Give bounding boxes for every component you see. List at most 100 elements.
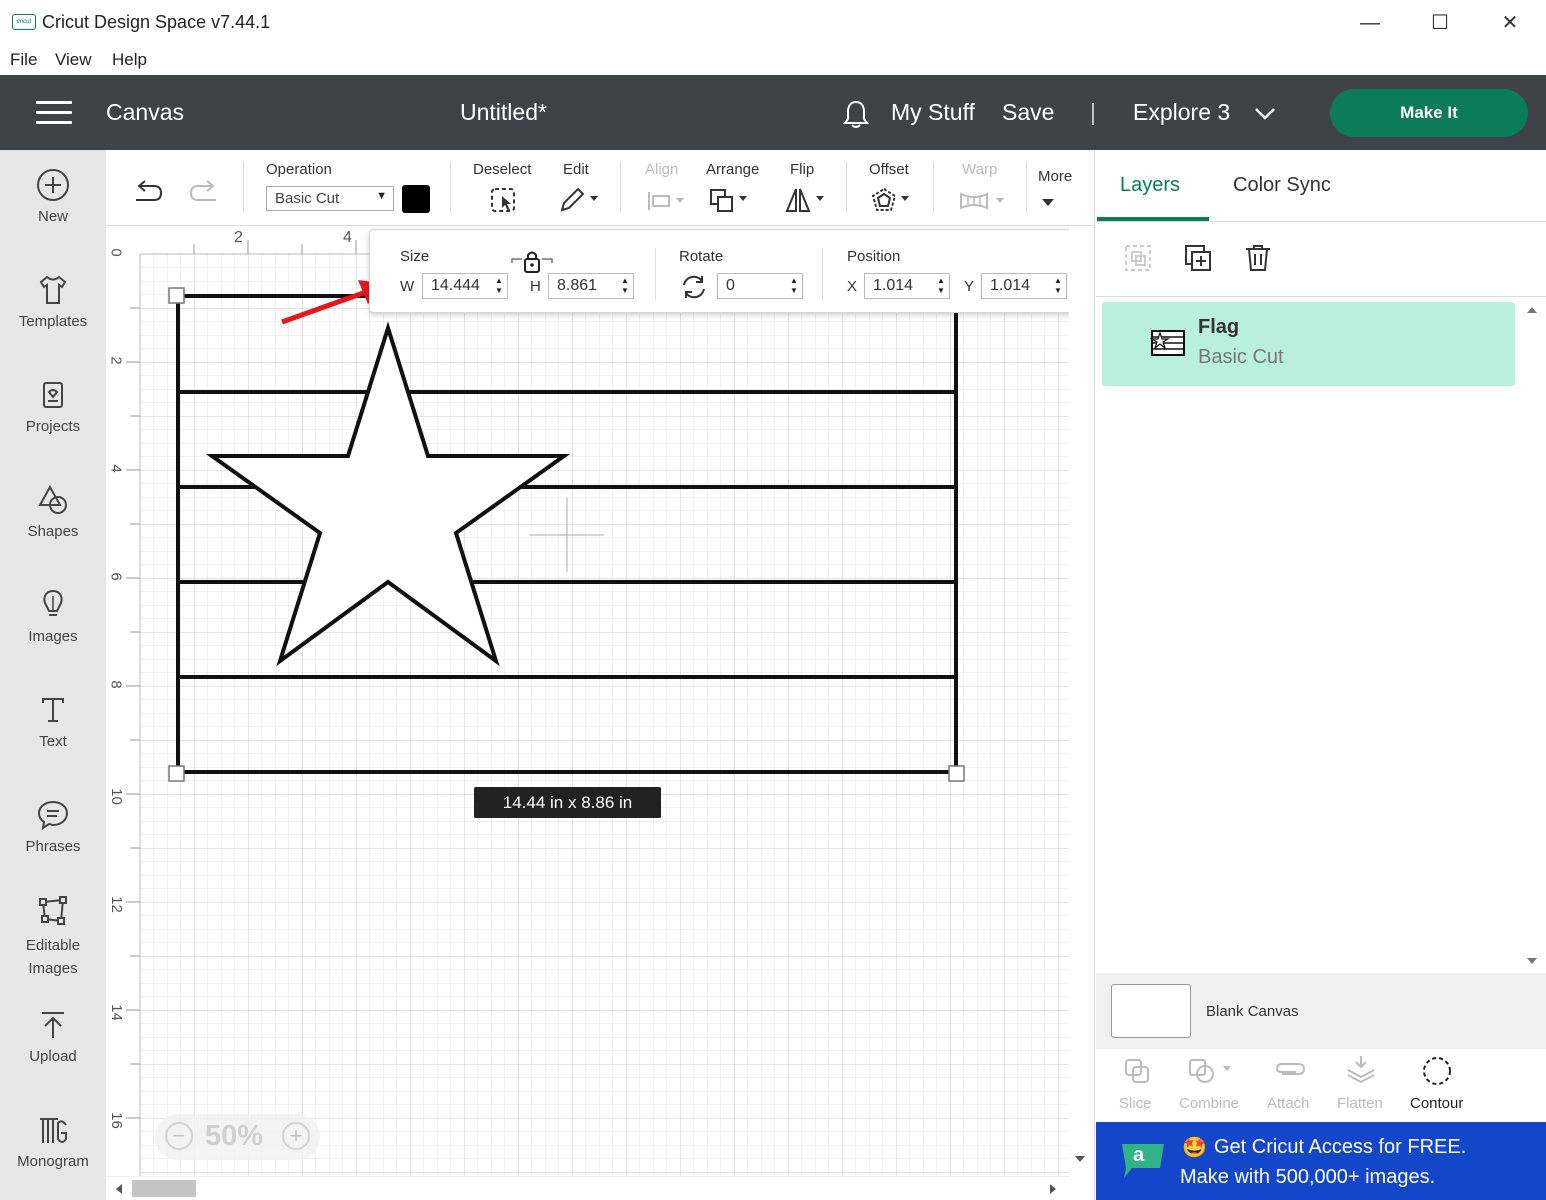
- sidebar-item-monogram[interactable]: Monogram: [0, 1113, 106, 1170]
- spinner-icon[interactable]: ▲ ▼: [790, 276, 800, 296]
- operation-value: Basic Cut: [275, 190, 340, 207]
- height-input[interactable]: 8.861 ▲ ▼: [548, 273, 634, 299]
- deselect-icon[interactable]: [489, 186, 519, 214]
- toolbar-separator: [620, 162, 621, 212]
- sidebar-item-upload[interactable]: Upload: [0, 1008, 106, 1065]
- chevron-down-icon[interactable]: [1254, 105, 1276, 121]
- dimensions-tooltip: 14.44 in x 8.86 in: [474, 787, 661, 818]
- window-title: Cricut Design Space v7.44.1: [42, 12, 271, 32]
- projects-icon: [43, 382, 63, 408]
- spinner-icon[interactable]: ▲ ▼: [621, 276, 631, 296]
- canvas-horizontal-scrollbar[interactable]: [106, 1176, 1070, 1200]
- sidebar-item-text[interactable]: Text: [0, 693, 106, 750]
- flip-icon[interactable]: [784, 186, 828, 214]
- sidebar-label: Text: [39, 733, 67, 750]
- sidebar-item-new[interactable]: New: [0, 168, 106, 225]
- scroll-right-icon[interactable]: [1048, 1183, 1058, 1195]
- lock-icon[interactable]: [510, 249, 554, 275]
- sidebar-item-editable-images[interactable]: Editable Images: [0, 894, 106, 980]
- warp-icon: [960, 192, 1004, 210]
- width-label: W: [400, 278, 415, 295]
- ruler-label: 12: [107, 896, 125, 913]
- sidebar-item-images[interactable]: Images: [0, 588, 106, 645]
- sidebar-item-shapes[interactable]: Shapes: [0, 483, 106, 540]
- spinner-icon[interactable]: ▲ ▼: [1054, 276, 1064, 296]
- menu-view[interactable]: View: [55, 50, 92, 70]
- offset-label: Offset: [869, 161, 909, 178]
- duplicate-icon[interactable]: [1183, 243, 1213, 273]
- blank-canvas-swatch[interactable]: [1111, 984, 1191, 1038]
- y-position-input[interactable]: 1.014 ▲ ▼: [981, 273, 1067, 299]
- sidebar-label: New: [37, 208, 68, 225]
- trash-icon[interactable]: [1243, 243, 1273, 273]
- spinner-icon[interactable]: ▲ ▼: [937, 276, 947, 296]
- layer-item-flag[interactable]: Flag Basic Cut: [1102, 302, 1515, 386]
- tab-layers[interactable]: Layers: [1120, 174, 1180, 197]
- close-button[interactable]: ✕: [1490, 8, 1530, 38]
- sidebar-item-projects[interactable]: Projects: [0, 378, 106, 435]
- height-value: 8.861: [557, 277, 598, 294]
- layers-scrollbar[interactable]: [1521, 298, 1543, 973]
- more-caret-icon[interactable]: [1040, 196, 1056, 208]
- menu-help[interactable]: Help: [112, 50, 147, 70]
- my-stuff-link[interactable]: My Stuff: [891, 99, 975, 126]
- undo-icon[interactable]: [130, 178, 164, 206]
- scroll-up-icon[interactable]: [1526, 305, 1538, 315]
- machine-select[interactable]: Explore 3: [1133, 99, 1230, 126]
- offset-icon[interactable]: [871, 186, 915, 214]
- scroll-left-icon[interactable]: [114, 1183, 124, 1195]
- canvas-vertical-scrollbar[interactable]: [1069, 226, 1092, 1176]
- sidebar-label: Images: [28, 628, 78, 645]
- width-input[interactable]: 14.444 ▲ ▼: [422, 273, 508, 299]
- bell-icon[interactable]: [842, 99, 870, 129]
- y-value: 1.014: [990, 277, 1031, 294]
- ruler-label: 2: [234, 229, 243, 246]
- caret-down-icon: ▼: [376, 190, 387, 202]
- document-title[interactable]: Untitled*: [460, 99, 547, 126]
- scroll-thumb[interactable]: [132, 1180, 196, 1197]
- x-position-input[interactable]: 1.014 ▲ ▼: [864, 273, 950, 299]
- scroll-down-icon[interactable]: [1074, 1154, 1086, 1164]
- minimize-button[interactable]: —: [1350, 8, 1390, 38]
- design-canvas[interactable]: 2 4 0 2 4 6 8 10 12 14 16: [106, 226, 1092, 1176]
- flatten-label: Flatten: [1337, 1095, 1383, 1112]
- zoom-out-button[interactable]: −: [165, 1122, 193, 1150]
- lightbulb-icon: [43, 589, 63, 616]
- spinner-icon[interactable]: ▲ ▼: [495, 276, 505, 296]
- flag-thumbnail-icon: [1150, 330, 1185, 356]
- popup-separator: [655, 248, 656, 300]
- text-icon: [42, 698, 64, 722]
- save-button[interactable]: Save: [1002, 99, 1054, 126]
- hamburger-menu-icon[interactable]: [36, 101, 72, 125]
- cricut-logo-icon: cricut: [12, 14, 36, 30]
- operation-select[interactable]: Basic Cut ▼: [266, 186, 394, 211]
- make-it-button[interactable]: Make It: [1330, 89, 1528, 137]
- contour-icon[interactable]: [1421, 1055, 1453, 1087]
- sidebar-item-phrases[interactable]: Phrases: [0, 798, 106, 855]
- sidebar-label: Phrases: [25, 838, 81, 855]
- redo-icon[interactable]: [188, 178, 222, 206]
- layer-operation: Basic Cut: [1198, 346, 1284, 368]
- attach-label: Attach: [1267, 1095, 1310, 1112]
- contour-button[interactable]: Contour: [1410, 1095, 1463, 1112]
- cricut-access-promo[interactable]: a 🤩 Get Cricut Access for FREE. Make wit…: [1096, 1122, 1546, 1200]
- tab-color-sync[interactable]: Color Sync: [1233, 174, 1331, 197]
- arrange-icon[interactable]: [708, 186, 752, 214]
- menu-file[interactable]: File: [10, 50, 37, 70]
- height-label: H: [530, 278, 541, 295]
- more-label[interactable]: More: [1038, 168, 1072, 185]
- zoom-in-button[interactable]: +: [282, 1122, 310, 1150]
- pen-edit-icon[interactable]: [558, 186, 600, 214]
- rotate-input[interactable]: 0 ▲ ▼: [717, 273, 803, 299]
- canvas-grid: [106, 226, 1092, 1176]
- y-label: Y: [964, 278, 975, 295]
- x-label: X: [847, 278, 858, 295]
- ruler-label: 4: [107, 464, 125, 473]
- sidebar-item-templates[interactable]: Templates: [0, 273, 106, 330]
- ruler-label: 10: [107, 788, 125, 805]
- scroll-down-icon[interactable]: [1526, 956, 1538, 966]
- maximize-button[interactable]: ☐: [1420, 8, 1460, 38]
- color-swatch[interactable]: [402, 185, 430, 213]
- operation-label: Operation: [266, 161, 332, 178]
- toolbar-divider: [1096, 296, 1546, 297]
